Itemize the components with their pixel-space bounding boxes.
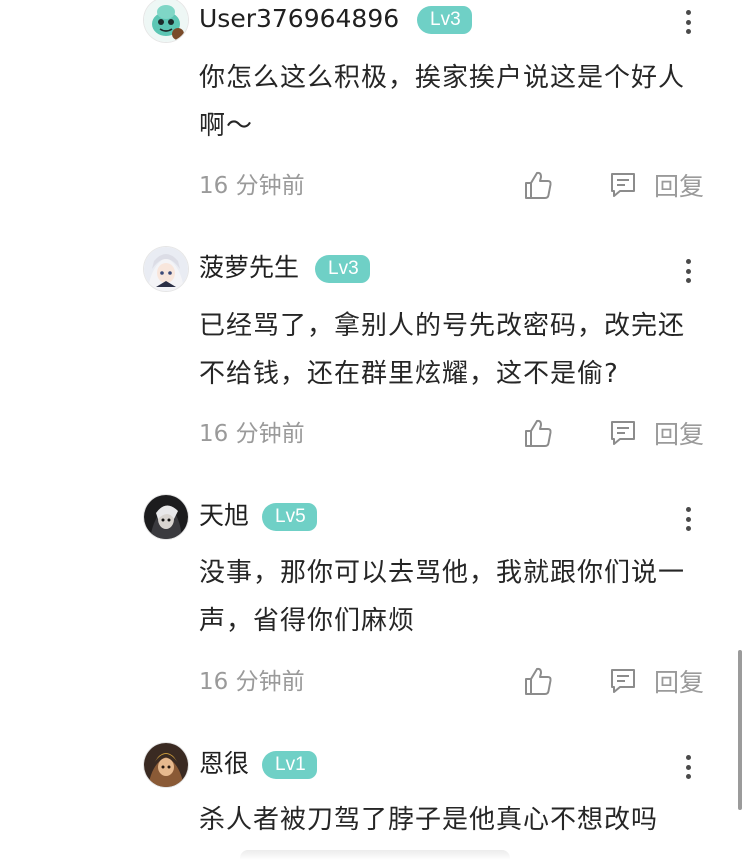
avatar[interactable] xyxy=(144,0,188,42)
like-button[interactable] xyxy=(522,665,554,697)
reply-button[interactable]: 回复 xyxy=(608,665,704,697)
thumbs-up-icon xyxy=(525,419,552,447)
comment-time: 16 分钟前 xyxy=(199,173,305,199)
reply-icon xyxy=(611,173,635,197)
more-options-button[interactable] xyxy=(676,505,700,533)
username[interactable]: 天旭 xyxy=(199,498,249,534)
dark-anime-avatar-icon xyxy=(144,495,188,539)
bottom-shadow xyxy=(240,850,510,860)
reply-button[interactable]: 回复 xyxy=(608,169,704,201)
comment-text: 已经骂了，拿别人的号先改密码，改完还不给钱，还在群里炫耀，这不是偷? xyxy=(199,311,686,389)
avatar[interactable] xyxy=(144,247,188,291)
dot-icon xyxy=(685,755,691,760)
dot-icon xyxy=(685,764,691,770)
dot-icon xyxy=(685,507,691,512)
comment-item: 恩很 Lv1 杀人者被刀驾了脖子是他真心不想改吗 xyxy=(0,743,750,860)
like-button[interactable] xyxy=(522,417,554,449)
username[interactable]: 恩很 xyxy=(199,746,249,782)
username[interactable]: 菠萝先生 xyxy=(199,250,299,286)
dot-icon xyxy=(685,526,691,531)
comment-text: 没事，那你可以去骂他，我就跟你们说一声，省得你们麻烦 xyxy=(199,558,686,636)
dot-icon xyxy=(685,29,691,34)
like-button[interactable] xyxy=(522,169,554,201)
more-options-button[interactable] xyxy=(676,257,700,285)
level-badge: Lv1 xyxy=(262,751,317,779)
dot-icon xyxy=(685,516,691,522)
reply-label: 回复 xyxy=(654,172,705,201)
username[interactable]: User376964896 xyxy=(199,1,399,37)
dot-icon xyxy=(685,774,691,779)
reply-button[interactable]: 回复 xyxy=(608,417,704,449)
comment-text: 你怎么这么积极，挨家挨户说这是个好人啊～ xyxy=(199,63,686,141)
level-badge: Lv3 xyxy=(315,255,370,283)
level-badge: Lv3 xyxy=(417,6,472,34)
comment-item: User376964896 Lv3 你怎么这么积极，挨家挨户说这是个好人啊～ 1… xyxy=(0,0,750,230)
dot-icon xyxy=(685,19,691,25)
avatar[interactable] xyxy=(144,743,188,787)
reply-label: 回复 xyxy=(654,420,705,449)
reply-icon xyxy=(611,421,635,445)
dot-icon xyxy=(685,259,691,264)
dot-icon xyxy=(685,10,691,15)
scrollbar[interactable] xyxy=(738,650,742,810)
comment-item: 天旭 Lv5 没事，那你可以去骂他，我就跟你们说一声，省得你们麻烦 16 分钟前… xyxy=(0,495,750,725)
more-options-button[interactable] xyxy=(676,753,700,781)
comment-item: 菠萝先生 Lv3 已经骂了，拿别人的号先改密码，改完还不给钱，还在群里炫耀，这不… xyxy=(0,247,750,477)
comment-time: 16 分钟前 xyxy=(199,421,305,447)
fantasy-character-avatar-icon xyxy=(144,743,188,787)
thumbs-up-icon xyxy=(525,667,552,695)
reply-icon xyxy=(611,669,635,693)
dot-icon xyxy=(685,278,691,283)
dot-icon xyxy=(685,268,691,274)
thumbs-up-icon xyxy=(525,171,552,199)
level-badge: Lv5 xyxy=(262,503,317,531)
white-hair-anime-avatar-icon xyxy=(144,247,188,291)
comment-text: 杀人者被刀驾了脖子是他真心不想改吗 xyxy=(199,805,659,835)
more-options-button[interactable] xyxy=(676,8,700,36)
reply-label: 回复 xyxy=(654,668,705,697)
avatar[interactable] xyxy=(144,495,188,539)
comment-time: 16 分钟前 xyxy=(199,669,305,695)
teal-creature-avatar-icon xyxy=(144,0,188,42)
